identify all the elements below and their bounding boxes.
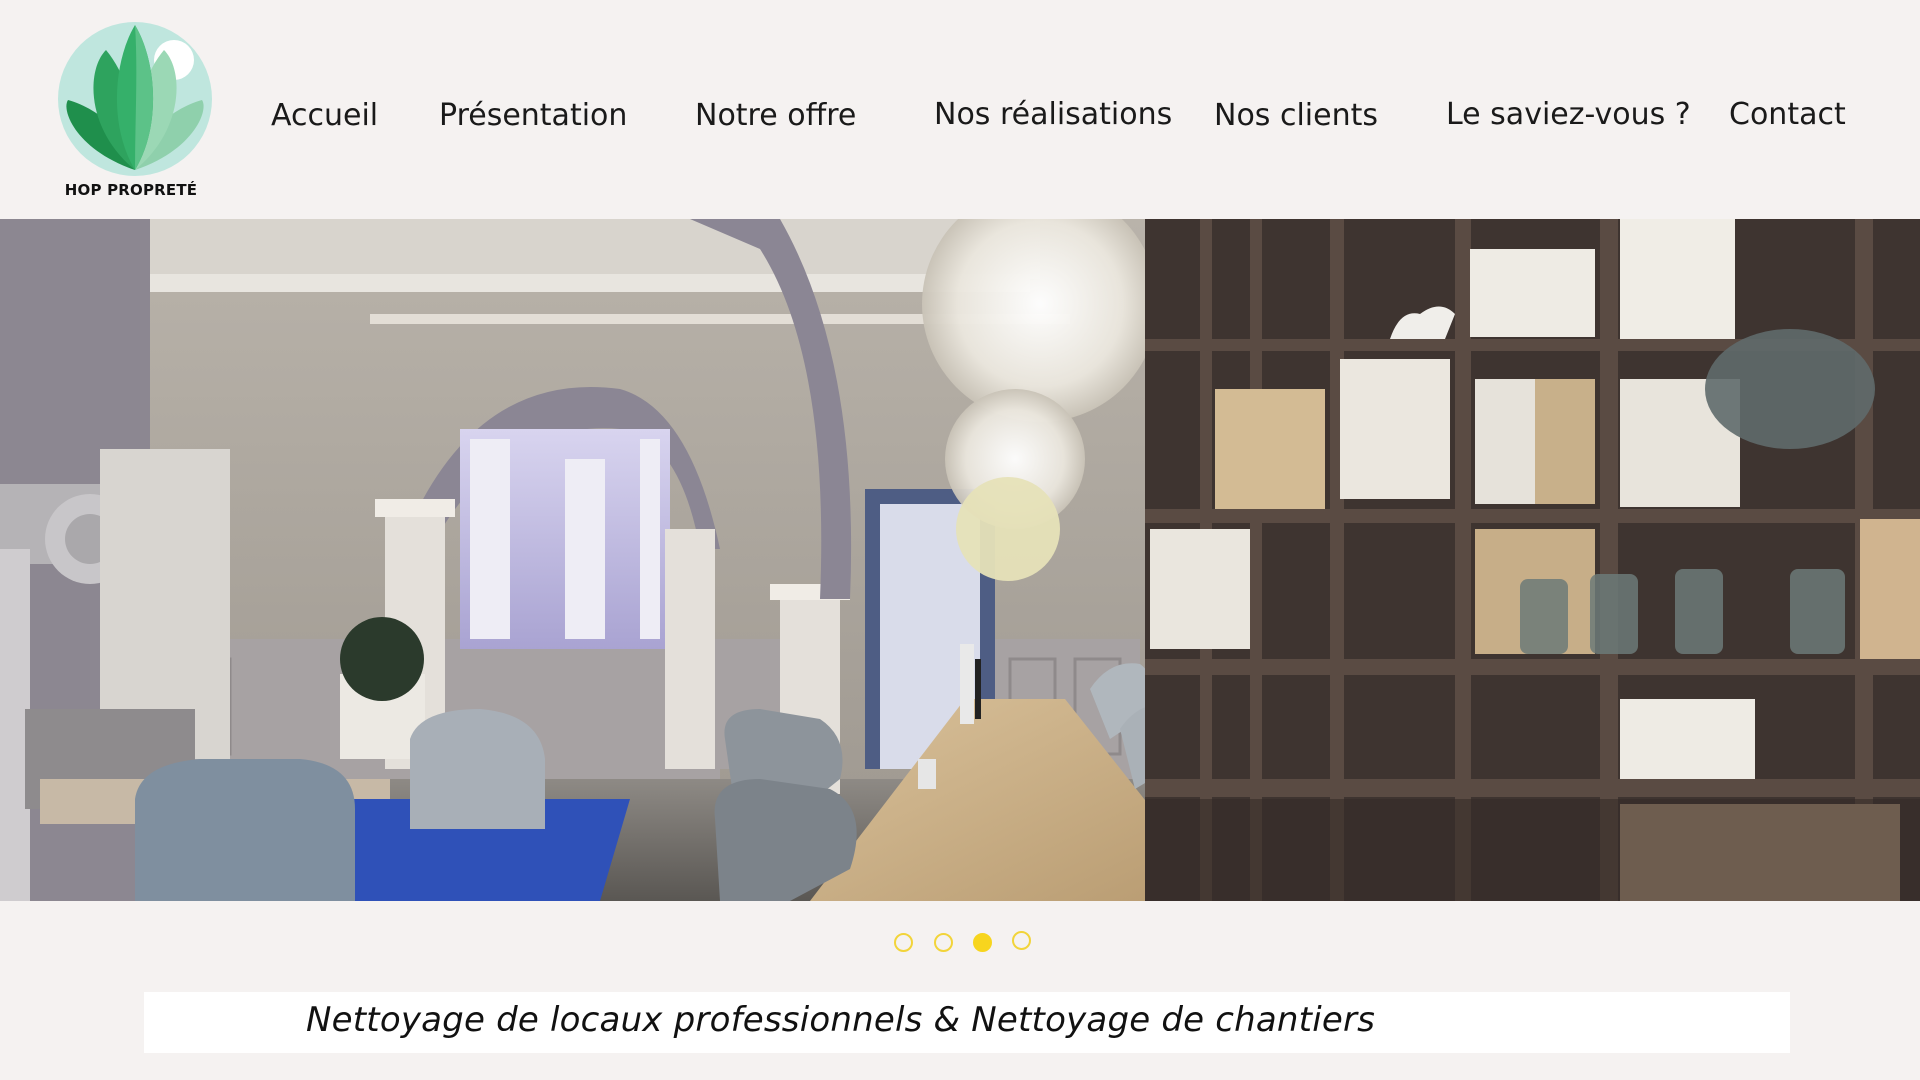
slider-dots <box>0 930 1920 954</box>
slider-dot-1[interactable] <box>894 933 913 952</box>
nav-accueil[interactable]: Accueil <box>271 98 378 134</box>
nav-nos-realisations[interactable]: Nos réalisations <box>934 97 1172 133</box>
tagline-text: Nettoyage de locaux professionnels & Net… <box>306 1000 1376 1040</box>
main-nav: Accueil Présentation Notre offre Nos réa… <box>0 0 1920 219</box>
hero-slider-image <box>0 219 1920 901</box>
slider-dot-4[interactable] <box>1012 931 1031 950</box>
office-interior-photo <box>0 219 1920 901</box>
slider-dot-2[interactable] <box>934 933 953 952</box>
nav-contact[interactable]: Contact <box>1729 97 1846 133</box>
nav-le-saviez-vous[interactable]: Le saviez-vous ? <box>1446 97 1691 133</box>
tagline-banner: Nettoyage de locaux professionnels & Net… <box>144 992 1790 1053</box>
nav-presentation[interactable]: Présentation <box>439 98 627 134</box>
page: HOP PROPRETÉ Accueil Présentation Notre … <box>0 0 1920 1080</box>
nav-nos-clients[interactable]: Nos clients <box>1214 98 1378 134</box>
slider-dot-3-active[interactable] <box>973 933 992 952</box>
site-header: HOP PROPRETÉ Accueil Présentation Notre … <box>0 0 1920 219</box>
nav-notre-offre[interactable]: Notre offre <box>695 98 856 134</box>
